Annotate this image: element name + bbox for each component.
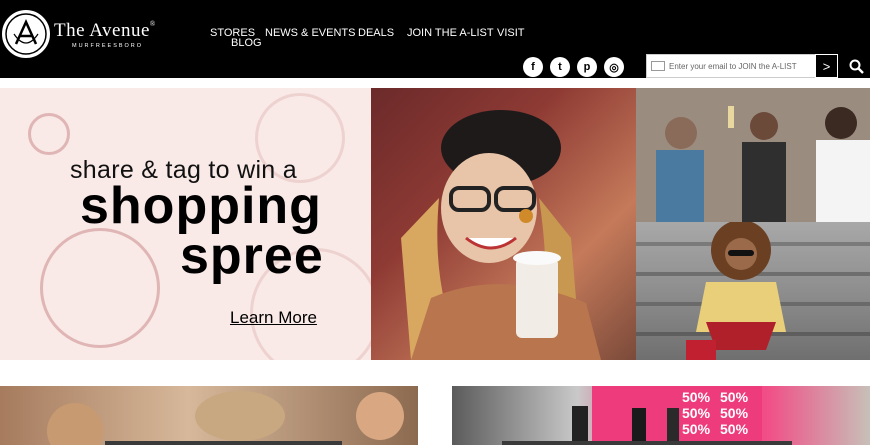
pinterest-glyph: p: [583, 61, 591, 73]
feature-tile-shopping-friends[interactable]: [0, 386, 418, 445]
feature-tile-sale[interactable]: 50% 50% 50% 50% 50% 50%: [452, 386, 870, 445]
svg-text:50%: 50%: [720, 405, 749, 421]
svg-text:50%: 50%: [682, 389, 711, 405]
svg-text:50%: 50%: [682, 405, 711, 421]
pinterest-icon[interactable]: p: [577, 57, 597, 77]
hero-photo-girl-sunglasses: [636, 222, 870, 360]
learn-more-link[interactable]: Learn More: [230, 308, 317, 328]
nav-blog[interactable]: BLOG: [231, 37, 262, 49]
logo-emblem-icon: [2, 10, 50, 58]
stamp-graphic: [28, 113, 70, 155]
hero-photo-friends-toast: [636, 88, 870, 222]
facebook-glyph: f: [531, 61, 535, 73]
hero-photo-woman-coffee: [371, 88, 636, 360]
mail-icon: [651, 61, 665, 71]
nav-visit[interactable]: VISIT: [497, 27, 525, 39]
hero-banner: share & tag to win a shopping spree Lear…: [0, 88, 870, 360]
search-icon[interactable]: [848, 58, 866, 76]
email-input[interactable]: [669, 61, 814, 71]
nav-news-events[interactable]: NEWS & EVENTS: [265, 27, 355, 39]
hero-headline-2: spree: [180, 227, 324, 285]
email-signup-field: [646, 54, 816, 78]
nav-deals[interactable]: DEALS: [358, 27, 394, 39]
email-submit-button[interactable]: >: [815, 54, 838, 78]
twitter-icon[interactable]: t: [550, 57, 570, 77]
hero-headline-1: shopping: [80, 177, 322, 235]
hero-promo-panel: share & tag to win a shopping spree Lear…: [0, 88, 371, 360]
social-passport-stamp-icon: [40, 228, 160, 348]
brand-title: The Avenue®: [54, 20, 156, 41]
svg-text:50%: 50%: [720, 389, 749, 405]
twitter-glyph: t: [558, 61, 562, 73]
tile-caption-bar: [105, 441, 342, 445]
logo[interactable]: The Avenue® MURFREESBORO: [0, 10, 180, 62]
tile-caption-bar: [502, 441, 792, 445]
nav-join[interactable]: JOIN THE A-LIST: [407, 27, 494, 39]
svg-text:50%: 50%: [720, 421, 749, 437]
instagram-glyph: ◎: [609, 61, 619, 74]
facebook-icon[interactable]: f: [523, 57, 543, 77]
svg-text:50%: 50%: [682, 421, 711, 437]
brand-subtitle: MURFREESBORO: [72, 43, 144, 49]
instagram-icon[interactable]: ◎: [604, 57, 624, 77]
site-header: The Avenue® MURFREESBORO STORES BLOG NEW…: [0, 0, 870, 78]
